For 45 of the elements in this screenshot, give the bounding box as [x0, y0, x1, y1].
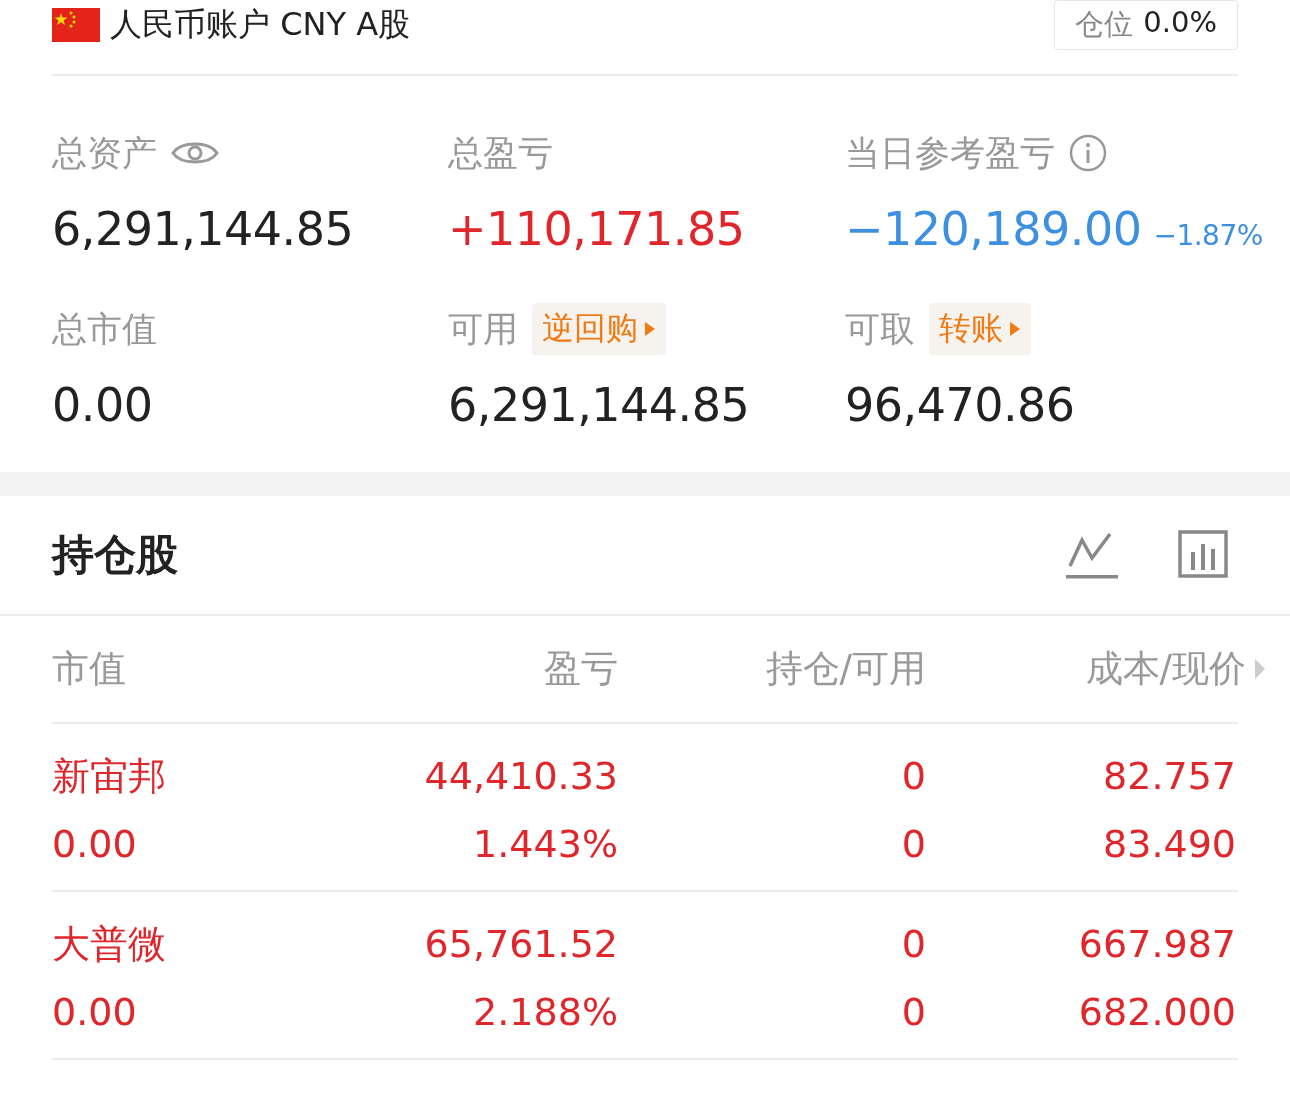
stat-label: 总盈亏: [448, 131, 553, 175]
caret-right-icon: [644, 321, 656, 337]
stat-value: +110,171.85: [448, 202, 745, 256]
reverse-repo-button[interactable]: 逆回购: [532, 303, 666, 355]
current-price: 83.490: [1102, 822, 1236, 866]
stat-label: 当日参考盈亏: [845, 131, 1055, 175]
stock-name[interactable]: 新宙邦: [52, 750, 252, 802]
stat-label: 可用: [448, 307, 518, 351]
profit-percent: 1.443%: [472, 822, 618, 866]
info-icon[interactable]: [1069, 134, 1107, 172]
profit-percent: 2.188%: [472, 990, 618, 1034]
cost-price: 82.757: [1102, 754, 1236, 798]
available-count: 0: [900, 822, 926, 866]
position-badge: 仓位 0.0%: [1054, 0, 1238, 50]
available-count: 0: [900, 990, 926, 1034]
column-header: 持仓/可用: [764, 646, 926, 692]
stat-value: −120,189.00: [845, 202, 1142, 256]
stat-value: 0.00: [52, 378, 153, 432]
stat-label: 总资产: [52, 131, 157, 175]
cost-price: 667.987: [1077, 922, 1236, 966]
stat-label: 可取: [845, 307, 915, 351]
bar-chart-icon[interactable]: [1178, 530, 1228, 578]
market-value: 0.00: [52, 822, 138, 866]
transfer-button[interactable]: 转账: [929, 303, 1031, 355]
flag-icon: [52, 8, 100, 42]
stock-name[interactable]: 大普微: [52, 918, 252, 970]
stat-value: 96,470.86: [845, 378, 1075, 432]
line-chart-icon[interactable]: [1066, 530, 1118, 580]
profit-amount: 65,761.52: [423, 922, 618, 966]
column-header: 成本/现价: [1085, 646, 1246, 692]
position-count: 0: [900, 922, 926, 966]
market-value: 0.00: [52, 990, 138, 1034]
account-title: 人民币账户 CNY A股: [110, 4, 411, 45]
section-title: 持仓股: [52, 529, 178, 581]
stat-value: 6,291,144.85: [448, 378, 750, 432]
stat-label: 总市值: [52, 307, 157, 351]
column-header: 盈亏: [543, 646, 618, 692]
stat-value: 6,291,144.85: [52, 202, 354, 256]
current-price: 682.000: [1077, 990, 1236, 1034]
position-count: 0: [900, 754, 926, 798]
caret-right-icon: [1009, 321, 1021, 337]
profit-amount: 44,410.33: [423, 754, 618, 798]
change-percent: −1.87%: [1153, 219, 1263, 252]
caret-right-icon[interactable]: [1254, 658, 1266, 680]
column-header: 市值: [52, 646, 127, 692]
